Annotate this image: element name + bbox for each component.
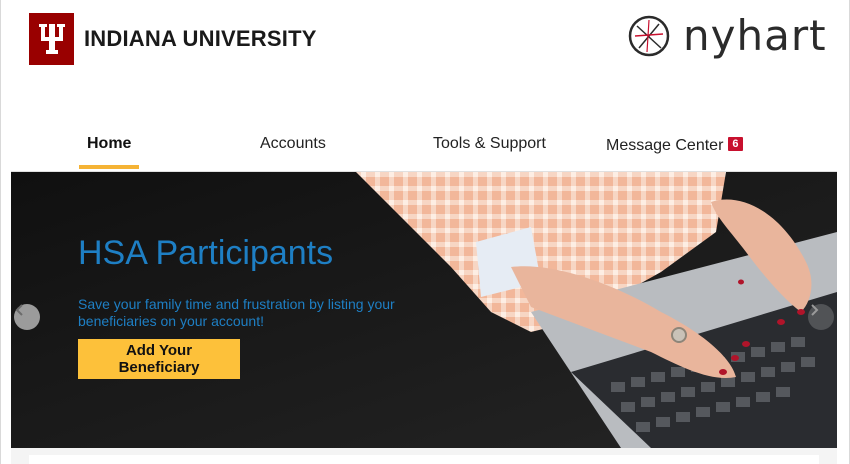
hero-description: Save your family time and frustration by…	[78, 296, 395, 329]
active-tab-indicator	[79, 165, 139, 169]
university-name: INDIANA UNIVERSITY	[84, 26, 317, 51]
nyhart-logo[interactable]: nyhart	[627, 14, 827, 58]
chevron-left-icon	[15, 304, 23, 316]
hero-carousel: HSA Participants Save your family time a…	[11, 172, 837, 448]
nyhart-emblem-icon	[628, 15, 670, 57]
add-beneficiary-button[interactable]: Add Your Beneficiary	[78, 339, 240, 379]
tab-message-center-label: Message Center	[606, 137, 724, 154]
tab-message-center[interactable]: Message Center 6	[606, 137, 743, 155]
indiana-university-logo[interactable]: INDIANA UNIVERSITY	[29, 13, 317, 65]
main-nav: Home Accounts Tools & Support Message Ce…	[1, 120, 849, 172]
tab-tools-support[interactable]: Tools & Support	[433, 135, 546, 153]
content-card	[29, 455, 819, 464]
tab-accounts[interactable]: Accounts	[260, 135, 326, 153]
carousel-next-button[interactable]	[808, 304, 834, 330]
chevron-right-icon	[811, 304, 819, 316]
partner-name: nyhart	[683, 11, 827, 60]
page-frame: INDIANA UNIVERSITY nyhart Home Accounts …	[0, 0, 850, 464]
message-count-badge: 6	[728, 137, 743, 151]
tab-home[interactable]: Home	[87, 135, 131, 153]
carousel-prev-button[interactable]	[14, 304, 40, 330]
hero-title: HSA Participants	[78, 234, 334, 272]
iu-trident-icon	[29, 13, 74, 65]
